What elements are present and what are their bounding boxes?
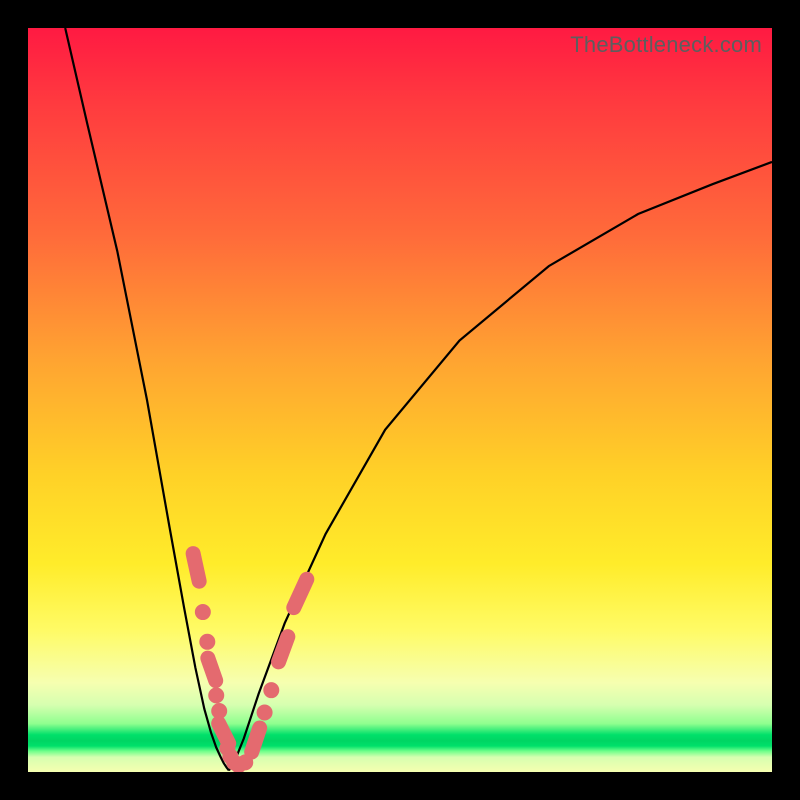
bead-dot <box>195 605 210 620</box>
bead-capsule <box>208 658 216 680</box>
bead-capsule <box>279 637 288 662</box>
bead-dot <box>209 688 224 703</box>
bead-capsule <box>252 728 260 752</box>
chart-frame: TheBottleneck.com <box>0 0 800 800</box>
curve-layer <box>28 28 772 772</box>
right-branch-curve <box>229 162 772 771</box>
bead-dot <box>264 683 279 698</box>
plot-area: TheBottleneck.com <box>28 28 772 772</box>
bead-dot <box>257 705 272 720</box>
highlight-beads <box>193 554 307 772</box>
bead-dot <box>200 634 215 649</box>
bead-capsule <box>294 579 307 607</box>
bead-capsule <box>193 554 199 582</box>
